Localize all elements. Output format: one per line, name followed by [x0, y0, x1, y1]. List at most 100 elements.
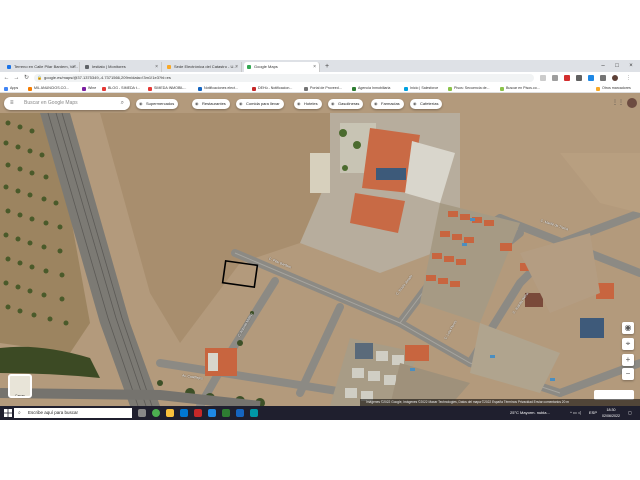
house-roof: [405, 345, 429, 361]
close-icon[interactable]: ×: [313, 62, 316, 72]
satellite-map[interactable]: C. Pilar Bardem C. Antonio Molina Av. Ca…: [0, 93, 640, 406]
dark-roof: [355, 343, 373, 359]
bookmark-favicon-icon: [28, 86, 32, 91]
hamburger-menu-icon[interactable]: ≡: [10, 97, 14, 110]
maps-search-box[interactable]: ≡ Buscar en Google Maps ⌕: [4, 97, 130, 110]
tab-google-maps[interactable]: Google Maps ×: [244, 62, 320, 72]
bookmark-item[interactable]: Buscar en Pisos.co...: [500, 84, 540, 93]
language-indicator[interactable]: ESP: [589, 406, 597, 420]
bookmark-favicon-icon: [500, 86, 504, 91]
app-icon[interactable]: [194, 409, 202, 417]
excel-icon[interactable]: [222, 409, 230, 417]
chip-label: Hoteles: [304, 101, 318, 106]
bookmark-star-icon[interactable]: [552, 75, 558, 81]
task-view-icon[interactable]: [138, 409, 146, 417]
forward-icon[interactable]: →: [12, 73, 21, 83]
edge-icon[interactable]: [180, 409, 188, 417]
word-icon[interactable]: [236, 409, 244, 417]
fuel-icon: ◉: [331, 101, 335, 106]
chip-farmacias[interactable]: ◉ Farmacias: [371, 99, 404, 109]
tab-favicon-icon: [247, 65, 251, 69]
menu-dots-icon[interactable]: ⋮: [626, 75, 632, 81]
close-icon[interactable]: ×: [73, 62, 76, 72]
bookmark-item[interactable]: Inicio | Salesforce: [404, 84, 438, 93]
compass-icon[interactable]: ◉: [622, 322, 634, 334]
windows-start-icon[interactable]: [4, 409, 12, 417]
close-icon[interactable]: ×: [155, 62, 158, 72]
extension-icon[interactable]: [576, 75, 582, 81]
new-tab-button[interactable]: +: [325, 62, 329, 71]
chip-supermercados[interactable]: ◉ Supermercados: [136, 99, 179, 109]
close-icon[interactable]: ×: [235, 62, 238, 72]
bookmark-item[interactable]: Pisos: Secuencia de...: [448, 84, 490, 93]
notifications-icon[interactable]: ▢: [628, 406, 632, 420]
bookmark-favicon-icon: [82, 86, 86, 91]
bookmark-item[interactable]: Agencia Inmobiliaria: [352, 84, 390, 93]
clock[interactable]: 18:30 02/06/2022: [600, 407, 622, 419]
apps-grid-icon: [4, 86, 8, 91]
layers-button[interactable]: Capas: [8, 374, 32, 398]
app-icon[interactable]: [250, 409, 258, 417]
bookmark-favicon-icon: [448, 86, 452, 91]
chip-cafeterias[interactable]: ◉ Cafeterías: [410, 99, 443, 109]
blue-roof-building: [580, 318, 604, 338]
bookmark-favicon-icon: [198, 86, 202, 91]
bookmark-item[interactable]: Otros marcadores: [596, 84, 631, 93]
bookmark-label: Notificaciones elect...: [204, 86, 238, 90]
bookmark-item[interactable]: Portal de Proveed...: [304, 84, 342, 93]
layers-label: Capas: [14, 394, 26, 398]
search-input[interactable]: Buscar en Google Maps: [24, 100, 78, 106]
tab-strip: Terreno en Calle Pilar Bardem, Va... × I…: [0, 60, 640, 72]
back-icon[interactable]: ←: [2, 73, 11, 83]
bookmark-item[interactable]: SIMEDA INMOBIL...: [148, 84, 186, 93]
bookmark-label: BLOG - SIMEDA t...: [108, 86, 140, 90]
taskbar: ⌕ Escribe aquí para buscar 25°C Mayorm. …: [0, 406, 640, 420]
taskbar-search-box[interactable]: ⌕ Escribe aquí para buscar: [14, 408, 132, 418]
bookmark-item[interactable]: Wine: [82, 84, 96, 93]
satellite-imagery: [0, 93, 640, 406]
bookmark-favicon-icon: [404, 86, 408, 91]
chip-comida-para-llevar[interactable]: ◉ Comida para llevar: [236, 99, 284, 109]
reload-icon[interactable]: ↻: [22, 73, 31, 83]
my-location-icon[interactable]: ⌖: [622, 338, 634, 350]
bookmark-item[interactable]: MIL ANUNCIOS.CO...: [28, 84, 69, 93]
address-bar[interactable]: 🔒 google.es/maps/@37.1375349,-4.7371566,…: [34, 74, 534, 82]
extension-icon[interactable]: [588, 75, 594, 81]
bookmark-label: MIL ANUNCIOS.CO...: [34, 86, 70, 90]
maximize-icon[interactable]: □: [610, 60, 624, 72]
tab-monitores[interactable]: Iestiato | Monitores ×: [82, 62, 162, 72]
window-close-icon[interactable]: ×: [624, 60, 638, 72]
chip-hoteles[interactable]: ◉ Hoteles: [294, 99, 322, 109]
chrome-icon[interactable]: [152, 409, 160, 417]
solar-panels: [376, 168, 406, 180]
chip-restaurantes[interactable]: ◉ Restaurantes: [192, 99, 230, 109]
taskbar-search-input[interactable]: Escribe aquí para buscar: [28, 410, 78, 415]
outlook-icon[interactable]: [208, 409, 216, 417]
chip-gasolineras[interactable]: ◉ Gasolineras: [328, 99, 364, 109]
zoom-out-button[interactable]: −: [622, 368, 634, 380]
bookmark-item[interactable]: Notificaciones elect...: [198, 84, 238, 93]
tab-terreno[interactable]: Terreno en Calle Pilar Bardem, Va... ×: [4, 62, 80, 72]
share-icon[interactable]: [540, 75, 546, 81]
zoom-in-button[interactable]: +: [622, 354, 634, 366]
tab-catastro[interactable]: Sede Electrónica del Catastro - U... ×: [164, 62, 242, 72]
minimize-icon[interactable]: –: [596, 60, 610, 72]
bookmark-item[interactable]: DEHú - Notificacion...: [252, 84, 292, 93]
weather-widget[interactable]: 25°C Mayorm. nubla...: [510, 406, 550, 420]
puzzle-icon[interactable]: [600, 75, 606, 81]
bookmark-favicon-icon: [148, 86, 152, 91]
profile-icon[interactable]: [612, 75, 618, 81]
tray-icons[interactable]: ^ ▭ ◁: [570, 406, 581, 420]
bookmark-label: Agencia Inmobiliaria: [358, 86, 391, 90]
clock-date: 02/06/2022: [602, 414, 620, 418]
bookmark-item[interactable]: BLOG - SIMEDA t...: [102, 84, 140, 93]
search-icon[interactable]: ⌕: [121, 97, 124, 110]
file-explorer-icon[interactable]: [166, 409, 174, 417]
bookmark-favicon-icon: [304, 86, 308, 91]
extension-icon[interactable]: [564, 75, 570, 81]
avatar[interactable]: [627, 98, 637, 108]
google-apps-icon[interactable]: ⋮⋮: [612, 99, 624, 107]
bookmark-item[interactable]: Apps: [4, 84, 18, 93]
bed-icon: ◉: [297, 101, 301, 106]
tab-favicon-icon: [167, 65, 171, 69]
